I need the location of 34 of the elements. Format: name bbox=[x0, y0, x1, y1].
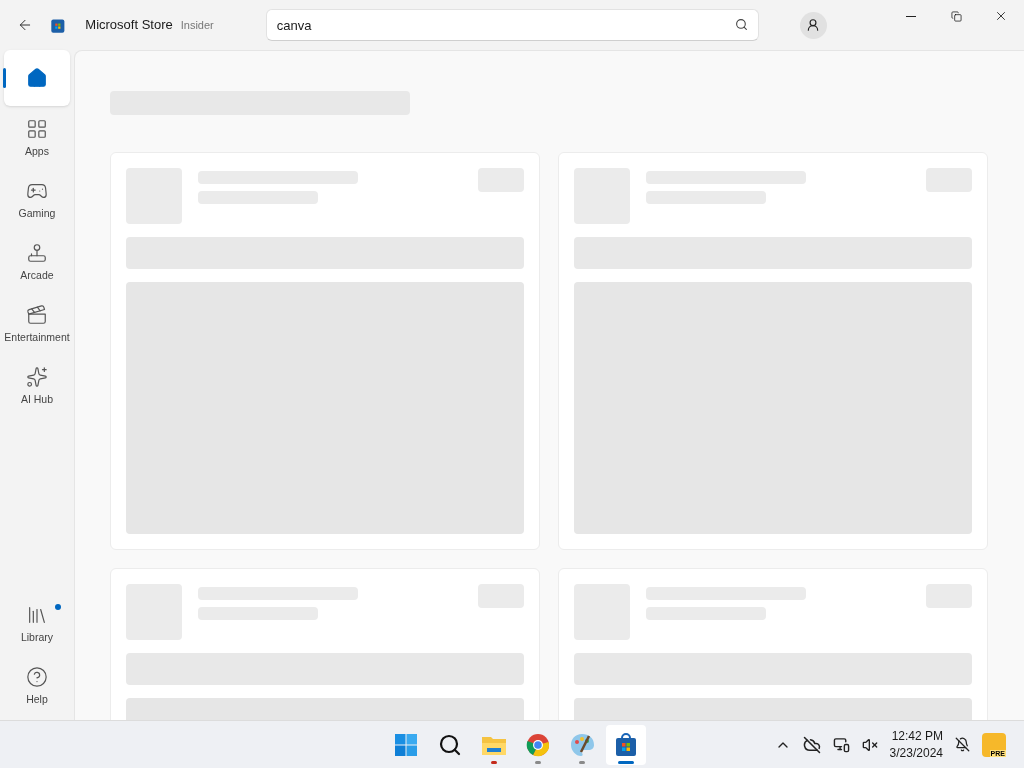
browser-icon bbox=[526, 732, 550, 757]
ai-icon bbox=[26, 366, 48, 389]
palette-icon bbox=[569, 731, 595, 758]
app-title: Microsoft Store bbox=[85, 16, 173, 35]
sidebar-item[interactable]: AI Hub bbox=[4, 358, 70, 416]
sidebar-item[interactable]: Entertainment bbox=[4, 296, 70, 354]
apps-icon bbox=[26, 118, 48, 141]
mute-icon[interactable] bbox=[861, 736, 878, 753]
search-icon bbox=[438, 732, 462, 757]
arcade-icon bbox=[26, 242, 48, 265]
sidebar-item[interactable]: Help bbox=[4, 658, 70, 716]
entertainment-icon bbox=[26, 304, 48, 327]
home-icon bbox=[26, 67, 48, 89]
bell-icon[interactable] bbox=[955, 737, 970, 752]
account-button[interactable] bbox=[800, 11, 827, 39]
sidebar-item[interactable]: Arcade bbox=[4, 234, 70, 292]
windows-logo-icon bbox=[394, 732, 418, 757]
restore-icon bbox=[950, 10, 962, 22]
search-icon[interactable] bbox=[735, 18, 749, 31]
search-field[interactable]: canva bbox=[265, 9, 760, 41]
cloud-off-icon[interactable] bbox=[802, 735, 821, 754]
help-icon bbox=[26, 666, 48, 689]
insider-label: Insider bbox=[180, 17, 214, 33]
store-bag-icon bbox=[614, 732, 638, 757]
sidebar-item[interactable]: Library bbox=[4, 596, 70, 654]
sidebar-item[interactable]: Apps bbox=[4, 110, 70, 168]
clock[interactable]: 12:42 PM 3/23/2024 bbox=[889, 727, 943, 762]
minimize-icon bbox=[906, 15, 917, 17]
sidebar-item[interactable] bbox=[4, 50, 70, 106]
selection-indicator bbox=[3, 68, 6, 88]
person-icon bbox=[806, 18, 821, 32]
monitor-icon[interactable] bbox=[832, 736, 850, 753]
taskbar-app[interactable] bbox=[606, 724, 646, 765]
sidebar-item[interactable]: Gaming bbox=[4, 172, 70, 230]
